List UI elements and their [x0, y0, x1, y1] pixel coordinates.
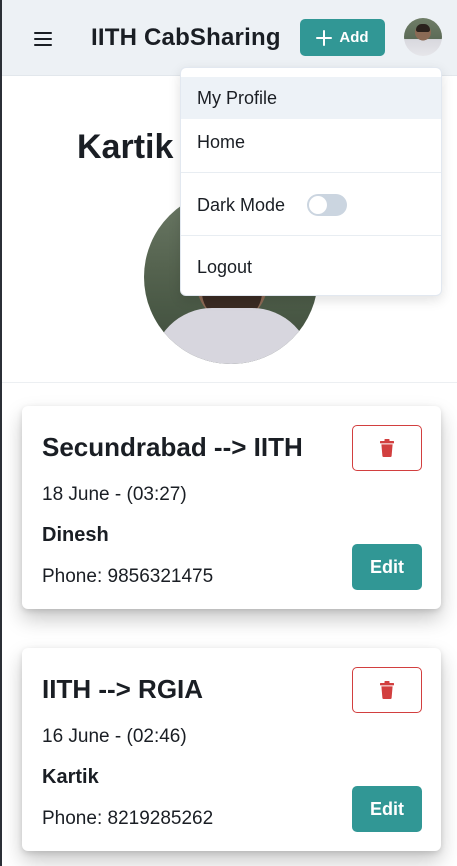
ride-card: IITH --> RGIA 16 June - (02:46) Kartik P…: [22, 648, 441, 851]
top-navbar: IITH CabSharing Add: [2, 0, 457, 76]
ride-owner-name: Kartik: [42, 766, 99, 788]
user-avatar[interactable]: [404, 18, 442, 56]
ride-datetime: 16 June - (02:46): [42, 726, 187, 747]
menu-divider: [181, 172, 441, 173]
profile-name: Kartik: [77, 128, 174, 166]
ride-owner-name: Dinesh: [42, 524, 109, 546]
add-ride-button[interactable]: Add: [300, 19, 385, 56]
ride-datetime: 18 June - (03:27): [42, 484, 187, 505]
menu-item-logout[interactable]: Logout: [181, 246, 441, 288]
delete-ride-button[interactable]: [352, 425, 422, 471]
trash-icon: [380, 439, 394, 457]
ride-route: IITH --> RGIA: [42, 674, 204, 704]
menu-item-home[interactable]: Home: [181, 121, 441, 163]
menu-divider: [181, 235, 441, 236]
menu-item-my-profile[interactable]: My Profile: [181, 77, 441, 119]
ride-phone: Phone: 8219285262: [42, 808, 214, 829]
user-dropdown-menu: My Profile Home Dark Mode Logout: [180, 67, 442, 296]
app-brand-title[interactable]: IITH CabSharing: [91, 24, 281, 52]
add-button-label: Add: [339, 29, 369, 46]
trash-icon: [380, 681, 394, 699]
plus-icon: [316, 29, 333, 46]
ride-phone: Phone: 9856321475: [42, 566, 214, 587]
edit-ride-button[interactable]: Edit: [352, 786, 422, 832]
hamburger-menu-icon[interactable]: [34, 30, 52, 48]
delete-ride-button[interactable]: [352, 667, 422, 713]
ride-route: Secundrabad --> IITH: [42, 432, 303, 462]
section-divider: [2, 382, 457, 383]
ride-card: Secundrabad --> IITH 18 June - (03:27) D…: [22, 406, 441, 609]
dark-mode-toggle[interactable]: [307, 194, 347, 216]
edit-ride-button[interactable]: Edit: [352, 544, 422, 590]
